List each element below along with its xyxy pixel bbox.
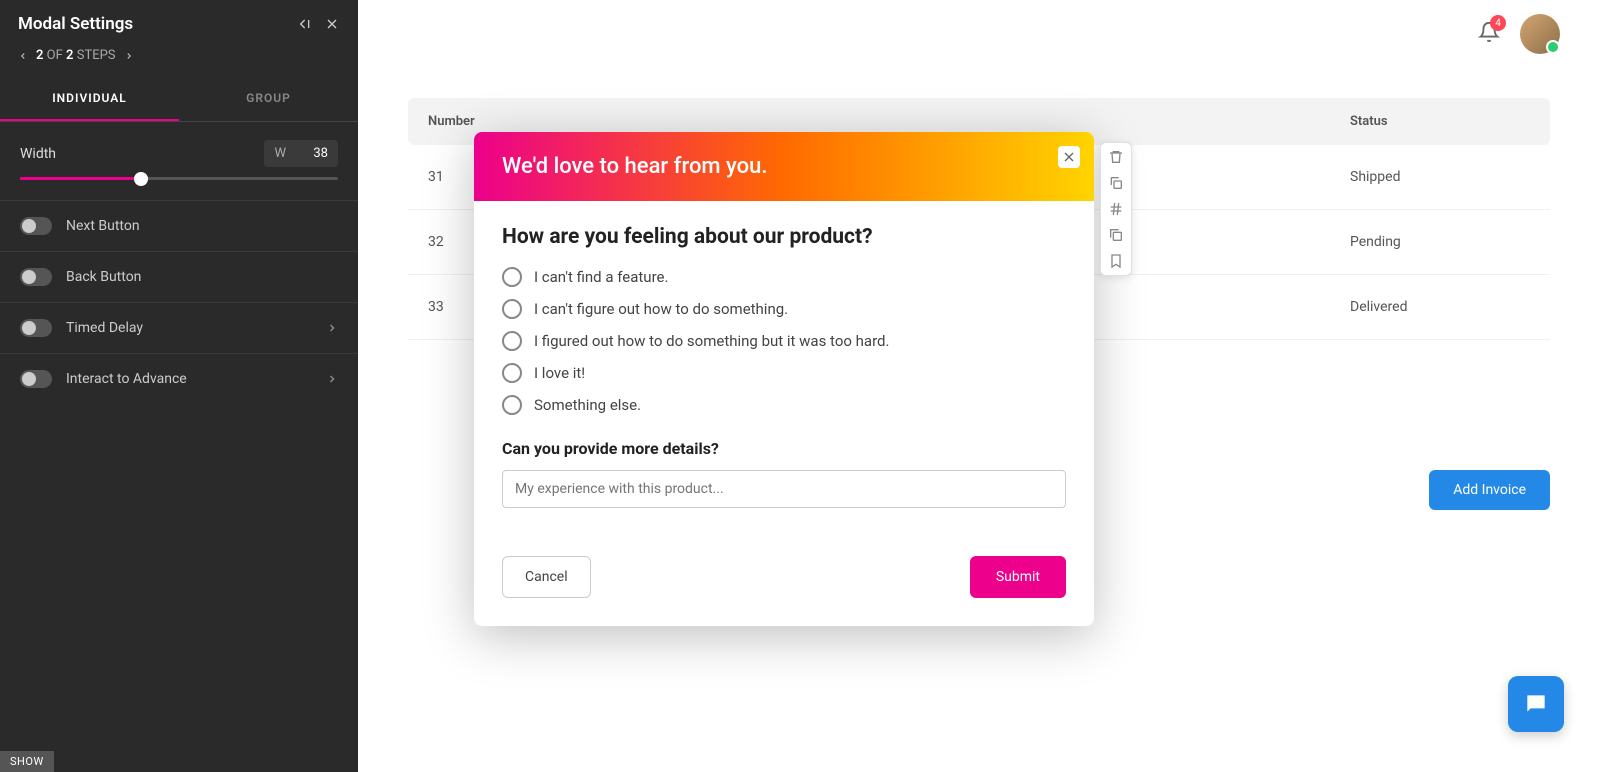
slider-thumb[interactable] [134,172,148,186]
radio-option[interactable]: I love it! [502,363,1066,383]
radio-option[interactable]: I figured out how to do something but it… [502,331,1066,351]
question-1: How are you feeling about our product? [502,225,1066,249]
width-value-input[interactable] [296,146,328,161]
cell-status: Pending [1350,234,1530,250]
cell-status: Delivered [1350,299,1530,315]
settings-sidebar: Modal Settings 2 OF 2 STEPS INDIVIDUAL G… [0,0,358,772]
chevron-left-icon[interactable] [18,51,28,61]
toggle-interact-advance[interactable] [20,370,52,388]
submit-button[interactable]: Submit [970,556,1066,598]
radio-label: I can't find a feature. [534,268,668,286]
option-label: Next Button [66,218,140,234]
step-indicator: 2 OF 2 STEPS [0,42,358,77]
col-status: Status [1350,114,1530,129]
radio-icon [502,331,522,351]
radio-icon [502,363,522,383]
radio-label: I love it! [534,364,585,382]
show-tag[interactable]: SHOW [0,751,54,772]
toggle-next-button[interactable] [20,217,52,235]
survey-modal: We'd love to hear from you. How are you … [474,132,1094,626]
option-interact-advance[interactable]: Interact to Advance [0,353,358,404]
radio-icon [502,395,522,415]
chevron-right-icon [326,373,338,385]
option-back-button: Back Button [0,251,358,302]
option-label: Timed Delay [66,320,143,336]
add-invoice-button[interactable]: Add Invoice [1429,470,1550,510]
width-label: Width [20,146,56,162]
modal-banner-text: We'd love to hear from you. [502,154,768,179]
option-label: Interact to Advance [66,371,187,387]
radio-icon [502,299,522,319]
chevron-right-icon [326,322,338,334]
option-label: Back Button [66,269,141,285]
cancel-button[interactable]: Cancel [502,556,591,598]
chat-button[interactable] [1508,676,1564,732]
radio-option[interactable]: I can't figure out how to do something. [502,299,1066,319]
question-2: Can you provide more details? [502,439,1066,458]
width-input[interactable]: W [264,140,338,167]
radio-option[interactable]: I can't find a feature. [502,267,1066,287]
modal-banner: We'd love to hear from you. [474,132,1094,201]
toggle-timed-delay[interactable] [20,319,52,337]
close-icon[interactable] [1058,146,1080,168]
topbar: 4 [358,0,1600,68]
option-timed-delay[interactable]: Timed Delay [0,302,358,353]
trash-icon[interactable] [1108,149,1124,165]
option-next-button: Next Button [0,200,358,251]
modal-toolbar [1100,142,1132,276]
width-slider[interactable] [20,177,338,180]
collapse-icon[interactable] [296,16,312,32]
avatar[interactable] [1520,14,1560,54]
tab-individual[interactable]: INDIVIDUAL [0,77,179,121]
col-number: Number [428,114,608,129]
radio-label: Something else. [534,396,641,414]
copy-icon[interactable] [1108,175,1124,191]
radio-option[interactable]: Something else. [502,395,1066,415]
radio-label: I can't figure out how to do something. [534,300,788,318]
chat-icon [1523,691,1549,717]
cell-status: Shipped [1350,169,1530,185]
hash-icon[interactable] [1108,201,1124,217]
toggle-back-button[interactable] [20,268,52,286]
chevron-right-icon[interactable] [124,51,134,61]
notifications-button[interactable]: 4 [1478,21,1500,47]
close-icon[interactable] [324,16,340,32]
slider-fill [20,177,141,180]
duplicate-icon[interactable] [1108,227,1124,243]
radio-icon [502,267,522,287]
sidebar-title: Modal Settings [18,14,133,34]
bookmark-icon[interactable] [1108,253,1124,269]
radio-label: I figured out how to do something but it… [534,332,889,350]
width-unit: W [274,146,286,161]
details-input[interactable] [502,470,1066,508]
tab-group[interactable]: GROUP [179,77,358,121]
notification-count-badge: 4 [1490,15,1506,31]
